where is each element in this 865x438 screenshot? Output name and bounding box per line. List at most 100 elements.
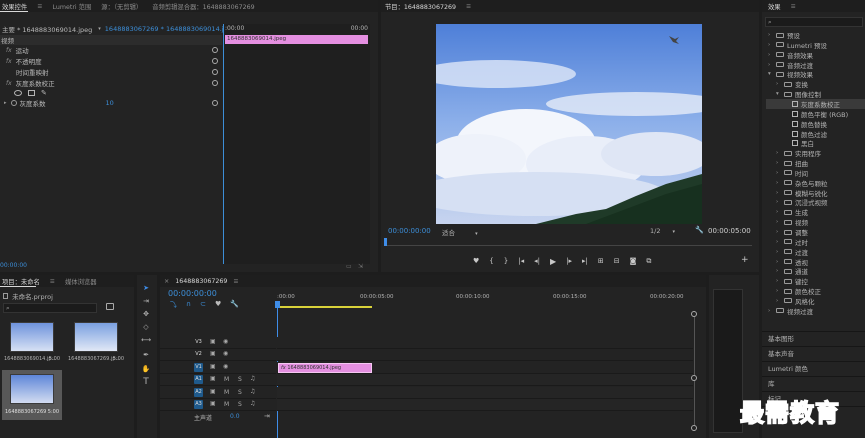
effects-section-header[interactable]: 基本声音 (762, 346, 865, 360)
panel-menu-icon[interactable]: ≡ (466, 3, 471, 10)
selection-tool-icon[interactable]: ➤ (141, 283, 151, 293)
new-bin-icon[interactable] (106, 303, 114, 310)
video-track-lane[interactable] (277, 337, 693, 349)
add-marker-icon[interactable]: ♥ (215, 300, 221, 310)
effect-folder[interactable]: › 颜色校正 (776, 286, 865, 296)
effect-folder[interactable]: › 风格化 (776, 296, 865, 306)
project-item[interactable]: 1648883069014.jp... 5:00 (2, 320, 60, 366)
track-target-button[interactable]: A1 (194, 375, 203, 385)
sync-lock-icon[interactable]: ▣ (210, 350, 216, 357)
chevron-right-icon[interactable]: › (776, 81, 784, 87)
track-target-button[interactable]: A2 (194, 387, 203, 397)
chevron-right-icon[interactable]: › (768, 308, 776, 314)
chevron-down-icon[interactable]: ▾ (768, 71, 776, 77)
track-target-button[interactable]: V3 (194, 338, 203, 347)
effect-folder[interactable]: › 键控 (776, 276, 865, 286)
effect-folder[interactable]: › 音频过渡 (768, 60, 865, 70)
effect-folder[interactable]: › 生成 (776, 207, 865, 217)
reset-icon[interactable] (212, 47, 218, 53)
reset-icon[interactable] (212, 69, 218, 75)
chevron-right-icon[interactable]: › (776, 278, 784, 284)
track-target-button[interactable]: A3 (194, 400, 203, 409)
effect-folder[interactable]: ▾ 视频效果 (768, 69, 865, 79)
type-tool-icon[interactable]: T (141, 377, 151, 387)
chevron-right-icon[interactable]: › (776, 170, 784, 176)
tab-media-browser[interactable]: 媒体浏览器 (65, 277, 96, 286)
track-target-button[interactable]: V2 (194, 350, 203, 359)
step-forward-icon[interactable]: |▸ (566, 257, 572, 265)
effects-section-header[interactable]: 基本图形 (762, 331, 865, 345)
effect-folder[interactable]: › 变换 (776, 79, 865, 89)
panel-menu-icon[interactable]: ≡ (233, 278, 238, 285)
effect-folder[interactable]: › 预设 (768, 30, 865, 40)
expand-arrow-icon[interactable]: ▸ (4, 100, 7, 106)
go-to-out-icon[interactable]: ▸| (582, 257, 588, 265)
effect-time-remap[interactable]: 时间重映射 (0, 67, 222, 77)
effect-opacity[interactable]: fx 不透明度 (0, 56, 222, 67)
eye-icon[interactable]: ◉ (223, 338, 228, 345)
dropdown-icon[interactable]: ▾ (98, 26, 101, 32)
tab-lumetri-scopes[interactable]: Lumetri 范围 (52, 2, 91, 11)
project-search-input[interactable]: ⌕ (3, 303, 97, 313)
overwrite-icon[interactable]: ⊟ (614, 257, 620, 265)
slip-tool-icon[interactable]: ⟷ (141, 335, 151, 345)
linked-selection-icon[interactable]: ⊂ (200, 300, 206, 310)
fx-badge-icon[interactable]: fx (6, 58, 12, 65)
timeline-ruler[interactable]: :00:00 00:00:05:00 00:00:10:00 00:00:15:00 0… (277, 289, 698, 309)
work-area-bar[interactable] (277, 306, 372, 308)
effect-folder[interactable]: › 视频过渡 (768, 306, 865, 316)
fx-badge-icon[interactable]: fx (6, 47, 12, 54)
pen-mask-icon[interactable]: ✎ (41, 89, 47, 97)
chevron-right-icon[interactable]: › (776, 209, 784, 215)
hand-tool-icon[interactable]: ✋ (141, 364, 151, 374)
program-time-ruler[interactable] (384, 238, 752, 246)
param-value[interactable]: 10 (106, 99, 114, 107)
reset-icon[interactable] (212, 58, 218, 64)
solo-toggle[interactable]: S (238, 376, 242, 383)
tab-project[interactable]: 项目：未命名 (2, 277, 40, 286)
chevron-right-icon[interactable]: › (776, 268, 784, 274)
effect-folder[interactable]: › 透视 (776, 257, 865, 267)
audio-track-lane[interactable] (277, 374, 693, 387)
effect-folder[interactable]: › 过时 (776, 237, 865, 247)
sync-lock-icon[interactable]: ▣ (210, 363, 216, 370)
stopwatch-icon[interactable] (10, 100, 17, 106)
tab-source[interactable]: 源：（无剪辑） (101, 2, 142, 11)
playhead-icon[interactable] (384, 238, 387, 246)
add-button-icon[interactable]: + (741, 255, 749, 265)
effect-folder[interactable]: › 调整 (776, 227, 865, 237)
track-target-button[interactable]: V1 (194, 362, 203, 372)
play-icon[interactable]: ▶ (550, 257, 556, 266)
playhead-head-icon[interactable] (275, 301, 280, 308)
effects-title[interactable]: 效果 (768, 2, 781, 11)
mute-toggle[interactable]: M (224, 389, 229, 396)
panel-menu-icon[interactable]: ≡ (791, 3, 796, 10)
effects-section-header[interactable]: Lumetri 颜色 (762, 361, 865, 375)
timeline-timecode[interactable]: 00:00:00:00 (168, 289, 217, 298)
timeline-settings-icon[interactable]: 🔧 (230, 300, 239, 310)
effect-folder[interactable]: › 实用程序 (776, 148, 865, 158)
chevron-right-icon[interactable]: › (768, 32, 776, 38)
sync-lock-icon[interactable]: ▣ (210, 338, 216, 345)
marker-icon[interactable]: ♥ (473, 257, 479, 265)
effect-item[interactable]: 颜色平衡 (RGB) (784, 109, 865, 119)
chevron-right-icon[interactable]: › (776, 160, 784, 166)
comparison-icon[interactable]: ⧉ (646, 257, 651, 266)
chevron-right-icon[interactable]: › (768, 52, 776, 58)
chevron-right-icon[interactable]: › (776, 229, 784, 235)
chevron-right-icon[interactable]: › (776, 199, 784, 205)
eye-icon[interactable]: ◉ (223, 363, 228, 370)
master-clip-label[interactable]: 主要 * 1648883069014.jpeg (2, 24, 92, 34)
clip-selector[interactable]: 主要 * 1648883069014.jpeg ▾ 1648883067269 … (0, 24, 238, 34)
chevron-right-icon[interactable]: › (776, 298, 784, 304)
program-title[interactable]: 节目：1648883067269 (385, 2, 456, 11)
video-track-lane[interactable]: fx 1648883069014.jpeg (277, 361, 693, 374)
chevron-right-icon[interactable]: › (776, 219, 784, 225)
fx-badge-icon[interactable]: fx (6, 80, 12, 87)
mute-toggle[interactable]: M (224, 376, 229, 383)
solo-toggle[interactable]: S (238, 401, 242, 408)
microphone-icon[interactable]: ♫ (250, 388, 255, 395)
effect-gamma-correction[interactable]: fx 灰度系数校正 (0, 78, 222, 89)
mark-in-icon[interactable]: { (489, 257, 493, 265)
effect-folder[interactable]: ▾ 图像控制 (776, 89, 865, 99)
